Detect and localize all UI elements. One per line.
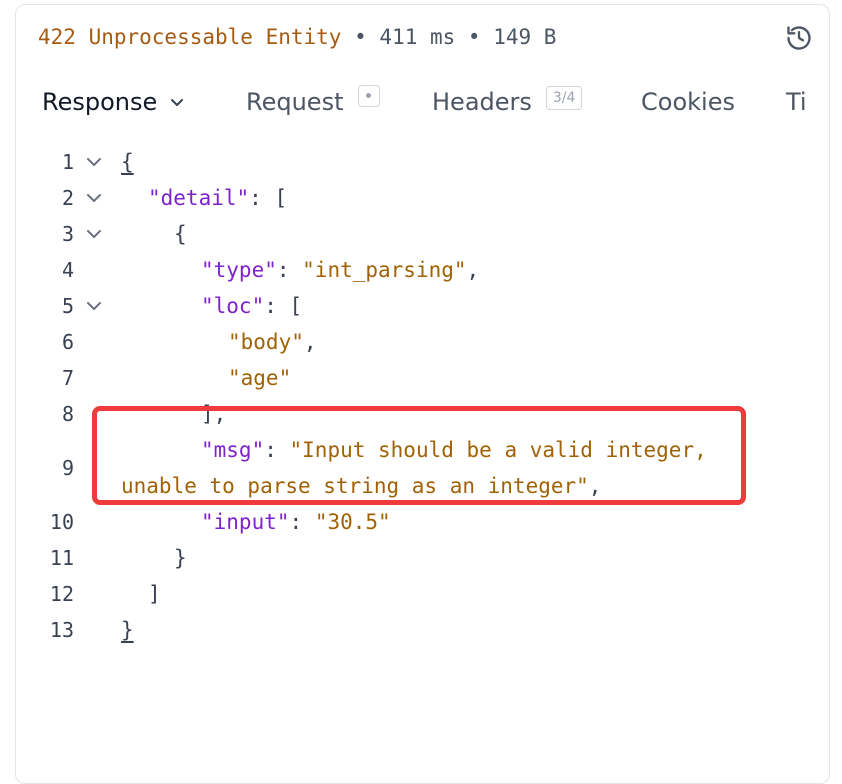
code-line: 1 { [0,144,842,180]
json-brace: } [174,546,187,570]
json-punct: , [466,258,480,282]
tab-cookies[interactable]: Cookies [641,82,735,122]
code-line: 2 "detail": [ [0,180,842,216]
code-line: 5 "loc": [ [0,288,842,324]
highlight-box [92,406,746,505]
code-line: 13 } [0,612,842,648]
chevron-down-icon[interactable] [85,154,103,170]
chevron-down-icon[interactable] [85,190,103,206]
json-brace: { [121,150,134,174]
response-time: 411 ms [379,25,456,49]
json-key: "input" [201,510,290,534]
json-brace: } [121,618,134,642]
history-icon[interactable] [785,24,813,52]
tab-headers[interactable]: Headers 3/4 [432,82,583,122]
status-code: 422 Unprocessable Entity [38,25,342,49]
chevron-down-icon[interactable] [85,226,103,242]
json-punct: , [303,330,317,354]
line-number: 8 [61,402,74,426]
json-punct: : [ [249,186,288,210]
line-number: 10 [49,510,74,534]
json-key: "loc" [201,294,265,318]
tab-timeline-label: Ti [786,88,807,116]
tab-request[interactable]: Request [246,82,380,122]
line-number: 1 [61,150,74,174]
tab-request-label: Request [246,88,344,116]
tab-headers-label: Headers [432,88,532,116]
json-string: "int_parsing" [302,258,467,282]
json-string: "30.5" [314,510,391,534]
line-number: 5 [61,294,74,318]
json-string: "age" [228,366,292,390]
status-line: 422 Unprocessable Entity • 411 ms • 149 … [38,22,556,52]
separator-1: • [354,25,367,49]
json-key: "detail" [148,186,250,210]
tab-timeline[interactable]: Ti [786,82,807,122]
json-punct: : [276,258,303,282]
tab-cookies-label: Cookies [641,88,735,116]
chevron-down-icon [171,99,184,106]
code-line: 6 "body", [0,324,842,360]
line-number: 7 [61,366,74,390]
line-number: 9 [61,456,74,480]
code-line: 12 ] [0,576,842,612]
separator-2: • [467,25,481,49]
code-line: 3 { [0,216,842,252]
code-line: 7 "age" [0,360,842,396]
code-line: 11 } [0,540,842,576]
headers-count-badge: 3/4 [545,86,583,110]
line-number: 6 [61,330,74,354]
json-string: "body" [228,330,304,354]
tab-response[interactable]: Response [42,82,185,122]
request-indicator-icon [357,85,380,107]
code-line: 10 "input": "30.5" [0,504,842,540]
code-line: 4 "type": "int_parsing", [0,252,842,288]
chevron-down-icon[interactable] [85,298,103,314]
json-punct: : [289,510,315,534]
line-number: 4 [61,258,74,282]
json-key: "type" [201,258,277,282]
line-number: 11 [49,546,74,570]
tab-bar: Response Request Headers 3/4 Cookies Ti [42,82,812,122]
json-punct: : [ [264,294,303,318]
tab-response-label: Response [42,88,158,116]
json-brace: { [174,222,187,246]
json-bracket: ] [148,582,161,606]
line-number: 13 [49,618,74,642]
response-size: 149 B [493,25,557,49]
line-number: 2 [61,186,74,210]
line-number: 3 [61,222,74,246]
line-number: 12 [49,582,74,606]
